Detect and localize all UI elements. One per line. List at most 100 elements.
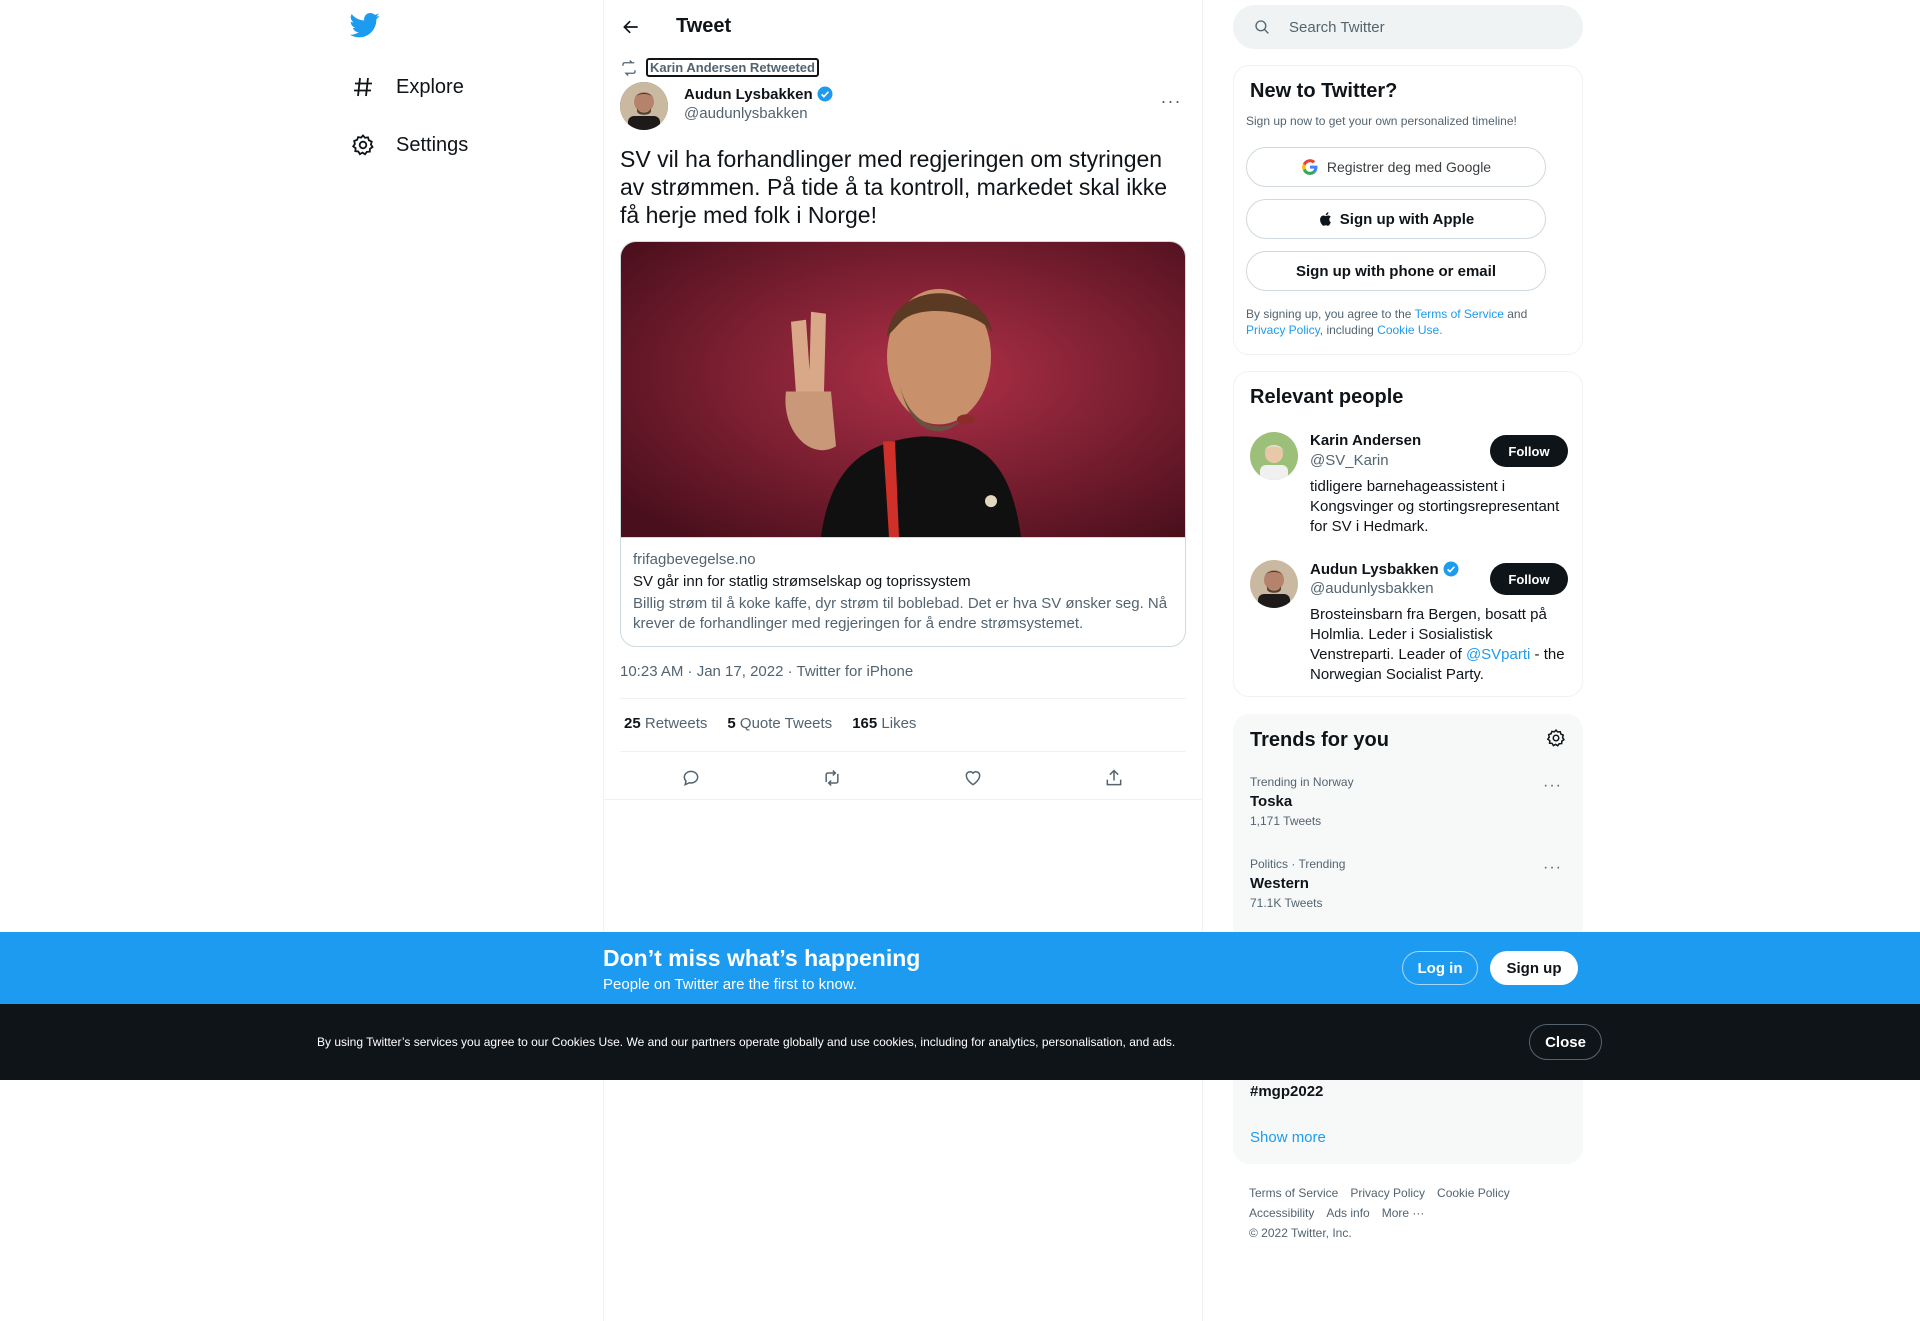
gear-icon — [350, 132, 376, 158]
likes-stat[interactable]: 165 Likes — [852, 715, 916, 732]
cookie-link[interactable]: Cookie Use. — [1377, 323, 1442, 337]
panel-title: New to Twitter? — [1250, 80, 1398, 102]
signup-apple-label: Sign up with Apple — [1339, 210, 1475, 228]
search-input[interactable] — [1289, 5, 1569, 49]
back-arrow-icon[interactable] — [614, 10, 648, 44]
footer-links: Terms of Service Privacy Policy Cookie Pol… — [1249, 1183, 1569, 1243]
privacy-link[interactable]: Privacy Policy — [1246, 323, 1320, 337]
signup-google-label: Registrer deg med Google — [1326, 159, 1492, 175]
tweet-stats: 25 Retweets 5 Quote Tweets 165 Likes — [624, 715, 936, 732]
person-handle[interactable]: @SV_Karin — [1310, 452, 1389, 469]
tweet-text: SV vil ha forhandlinger med regjeringen … — [620, 146, 1168, 228]
author-name-text: Audun Lysbakken — [684, 85, 813, 103]
trend-count: 1,171 Tweets — [1250, 814, 1322, 828]
avatar[interactable] — [620, 82, 668, 130]
author-handle[interactable]: @audunlysbakken — [684, 105, 808, 122]
retweeted-by: Karin Andersen Retweeted — [620, 58, 819, 77]
divider — [604, 799, 1202, 800]
banner-subtitle: People on Twitter are the first to know. — [603, 976, 858, 993]
panel-subtitle: Sign up now to get your own personalized… — [1246, 114, 1517, 128]
card-body: frifagbevegelse.no SV går inn for statli… — [621, 538, 1185, 646]
show-more-link[interactable]: Show more — [1250, 1129, 1326, 1146]
card-title: SV går inn for statlig strømselskap og t… — [633, 573, 971, 590]
quote-tweets-stat[interactable]: 5 Quote Tweets — [727, 715, 832, 732]
signup-phone-button[interactable]: Sign up with phone or email — [1246, 251, 1546, 291]
trend-item[interactable]: #mgp2022 — [1250, 1079, 1570, 1100]
nav-explore[interactable]: Explore — [350, 67, 464, 107]
terms-link[interactable]: Terms of Service — [1415, 307, 1504, 321]
gear-icon[interactable] — [1546, 728, 1566, 748]
divider — [620, 751, 1186, 752]
footer-terms-link[interactable]: Terms of Service — [1249, 1186, 1338, 1200]
cookie-bar: By using Twitter’s services you agree to… — [0, 1004, 1920, 1080]
trend-item[interactable]: Politics · Trending Western 71.1K Tweets… — [1250, 857, 1570, 910]
retweets-label: Retweets — [644, 715, 708, 732]
footer-cookie-link[interactable]: Cookie Policy — [1437, 1186, 1510, 1200]
terms-text: By signing up, you agree to the — [1246, 307, 1415, 321]
nav-explore-label: Explore — [396, 75, 464, 98]
avatar[interactable] — [1250, 560, 1298, 608]
trend-context: Trending in Norway — [1250, 775, 1354, 789]
twitter-logo-icon[interactable] — [349, 10, 384, 44]
author-name[interactable]: Audun Lysbakken — [684, 85, 834, 103]
retweet-icon[interactable] — [815, 761, 849, 795]
more-options-icon[interactable]: ··· — [1156, 86, 1186, 116]
divider — [620, 698, 1186, 699]
follow-button[interactable]: Follow — [1490, 563, 1568, 595]
terms-text: , including — [1319, 323, 1378, 337]
trend-name: #mgp2022 — [1250, 1083, 1324, 1100]
tweet-header: Tweet — [604, 0, 1202, 53]
copyright: © 2022 Twitter, Inc. — [1249, 1226, 1352, 1240]
quotes-count: 5 — [727, 715, 736, 732]
new-to-twitter-panel: New to Twitter? Sign up now to get your … — [1233, 65, 1583, 355]
verified-badge-icon — [816, 85, 834, 103]
trend-context: Politics · Trending — [1250, 857, 1346, 871]
retweets-stat[interactable]: 25 Retweets — [624, 715, 707, 732]
cookie-text: By using Twitter’s services you agree to… — [317, 1035, 1176, 1049]
apple-icon — [1318, 210, 1334, 228]
page-title: Tweet — [676, 15, 732, 37]
footer-ads-link[interactable]: Ads info — [1326, 1206, 1369, 1220]
footer-accessibility-link[interactable]: Accessibility — [1249, 1206, 1314, 1220]
trend-item[interactable]: Trending in Norway Toska 1,171 Tweets ··… — [1250, 775, 1570, 828]
share-icon[interactable] — [1097, 761, 1131, 795]
more-options-icon[interactable]: ··· — [1543, 859, 1562, 877]
footer-more-link[interactable]: More ··· — [1382, 1206, 1425, 1220]
quotes-label: Quote Tweets — [739, 715, 833, 732]
google-icon — [1301, 158, 1319, 176]
person-bio: Brosteinsbarn fra Bergen, bosatt på Holm… — [1310, 605, 1570, 685]
link-card[interactable]: frifagbevegelse.no SV går inn for statli… — [620, 241, 1186, 647]
tweet-actions — [620, 761, 1186, 793]
signup-google-button[interactable]: Registrer deg med Google — [1246, 147, 1546, 187]
signup-button[interactable]: Sign up — [1490, 951, 1578, 985]
search-icon — [1253, 18, 1271, 36]
signup-apple-button[interactable]: Sign up with Apple — [1246, 199, 1546, 239]
relevant-people-panel: Relevant people Karin Andersen @SV_Karin… — [1233, 371, 1583, 697]
column-divider — [1202, 0, 1203, 1321]
verified-badge-icon — [1442, 560, 1460, 578]
nav-settings[interactable]: Settings — [350, 125, 468, 165]
person-handle[interactable]: @audunlysbakken — [1310, 580, 1434, 597]
retweeted-by-link[interactable]: Karin Andersen Retweeted — [646, 58, 819, 77]
search-box[interactable] — [1233, 5, 1583, 49]
avatar[interactable] — [1250, 432, 1298, 480]
person-bio: tidligere barnehageassistent i Kongsving… — [1310, 478, 1560, 535]
nav-settings-label: Settings — [396, 133, 469, 156]
mention-link[interactable]: @SVparti — [1466, 646, 1530, 663]
trend-name: Western — [1250, 875, 1309, 892]
main-column: Tweet Karin Andersen Retweeted Audun Lys… — [604, 0, 1202, 1321]
reply-icon[interactable] — [674, 761, 708, 795]
tweet-timestamp[interactable]: 10:23 AM · Jan 17, 2022 · Twitter for iP… — [620, 663, 913, 680]
person-name[interactable]: Audun Lysbakken — [1310, 560, 1460, 578]
more-options-icon[interactable]: ··· — [1543, 777, 1562, 795]
signup-banner: Don’t miss what’s happening People on Tw… — [0, 932, 1920, 1004]
person-name[interactable]: Karin Andersen — [1310, 432, 1421, 449]
follow-button[interactable]: Follow — [1490, 435, 1568, 467]
footer-privacy-link[interactable]: Privacy Policy — [1350, 1186, 1425, 1200]
panel-title: Trends for you — [1250, 729, 1389, 751]
card-description: Billig strøm til å koke kaffe, dyr strøm… — [633, 595, 1168, 632]
signup-terms: By signing up, you agree to the Terms of… — [1246, 306, 1566, 338]
login-button[interactable]: Log in — [1402, 951, 1478, 985]
close-button[interactable]: Close — [1529, 1024, 1602, 1060]
like-heart-icon[interactable] — [956, 761, 990, 795]
